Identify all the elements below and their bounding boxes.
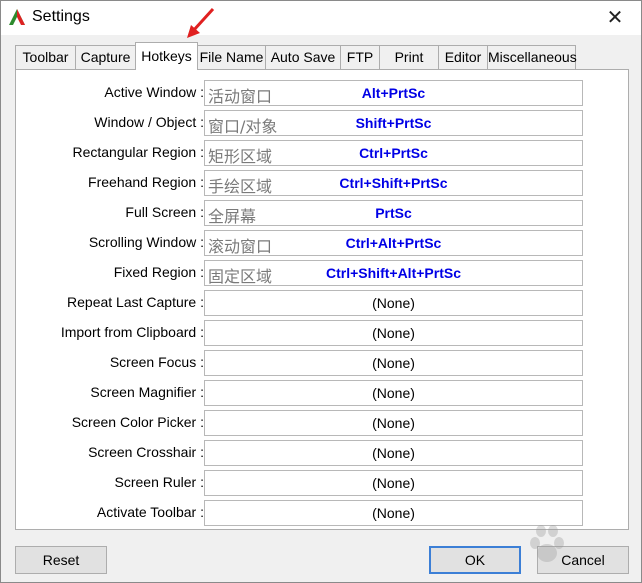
hotkey-label: Fixed Region : [113,264,204,280]
hotkey-row: Screen Color Picker : (None) [16,410,628,436]
hotkey-value: (None) [372,445,415,461]
hotkeys-panel: Active Window : 活动窗口 Alt+PrtSc Window / … [15,69,629,530]
hotkey-row: Full Screen : 全屏幕 PrtSc [16,200,628,226]
hotkey-field-screen-color-picker[interactable]: (None) [204,410,583,436]
tab-capture[interactable]: Capture [75,45,136,69]
app-icon [9,9,25,25]
hotkey-field-full-screen[interactable]: 全屏幕 PrtSc [204,200,583,226]
hotkey-label: Repeat Last Capture : [67,294,204,310]
hotkey-label: Screen Crosshair : [88,444,204,460]
hotkey-field-scrolling-window[interactable]: 滚动窗口 Ctrl+Alt+PrtSc [204,230,583,256]
hotkey-row: Active Window : 活动窗口 Alt+PrtSc [16,80,628,106]
window-title: Settings [32,8,90,25]
hotkey-value: (None) [372,415,415,431]
tab-ftp[interactable]: FTP [340,45,380,69]
hotkey-field-screen-focus[interactable]: (None) [204,350,583,376]
hotkey-label: Import from Clipboard : [60,324,204,340]
hotkey-value: (None) [372,505,415,521]
tab-file-name[interactable]: File Name [197,45,266,69]
hotkey-row: Import from Clipboard : (None) [16,320,628,346]
hotkey-label: Screen Color Picker : [71,414,204,430]
ok-button[interactable]: OK [429,546,521,574]
hotkey-value: PrtSc [375,205,412,221]
hotkey-value: Ctrl+PrtSc [359,145,428,161]
hotkey-value: (None) [372,355,415,371]
hotkey-value: (None) [372,325,415,341]
hotkey-label: Active Window : [104,84,204,100]
hotkey-row: Screen Focus : (None) [16,350,628,376]
close-icon[interactable]: ✕ [603,5,627,29]
hotkey-field-active-window[interactable]: 活动窗口 Alt+PrtSc [204,80,583,106]
hotkey-label: Screen Magnifier : [90,384,204,400]
hotkey-field-rectangular-region[interactable]: 矩形区域 Ctrl+PrtSc [204,140,583,166]
hotkey-value: Ctrl+Alt+PrtSc [345,235,442,251]
hotkey-row: Screen Magnifier : (None) [16,380,628,406]
hotkey-field-fixed-region[interactable]: 固定区域 Ctrl+Shift+Alt+PrtSc [204,260,583,286]
hotkey-field-import-from-clipboard[interactable]: (None) [204,320,583,346]
annotation-arrow-icon [187,7,215,38]
tab-toolbar[interactable]: Toolbar [15,45,76,69]
tab-editor[interactable]: Editor [438,45,488,69]
hotkey-row: Window / Object : 窗口/对象 Shift+PrtSc [16,110,628,136]
hotkey-row: Fixed Region : 固定区域 Ctrl+Shift+Alt+PrtSc [16,260,628,286]
hotkey-field-activate-toolbar[interactable]: (None) [204,500,583,526]
hotkey-field-window-object[interactable]: 窗口/对象 Shift+PrtSc [204,110,583,136]
tab-print[interactable]: Print [379,45,439,69]
hotkey-row: Repeat Last Capture : (None) [16,290,628,316]
hotkey-value: Shift+PrtSc [355,115,432,131]
hotkey-label: Screen Ruler : [114,474,204,490]
reset-button[interactable]: Reset [15,546,107,574]
hotkey-field-screen-magnifier[interactable]: (None) [204,380,583,406]
hotkey-row: Rectangular Region : 矩形区域 Ctrl+PrtSc [16,140,628,166]
hotkey-label: Window / Object : [94,114,204,130]
hotkey-value: Ctrl+Shift+Alt+PrtSc [326,265,461,281]
hotkey-row: Screen Ruler : (None) [16,470,628,496]
tab-miscellaneous[interactable]: Miscellaneous [487,45,577,69]
hotkey-value: Ctrl+Shift+PrtSc [339,175,448,191]
hotkey-value: Alt+PrtSc [361,85,426,101]
hotkey-value: (None) [372,385,415,401]
hotkey-label: Full Screen : [125,204,204,220]
hotkey-value: (None) [372,475,415,491]
hotkey-row: Scrolling Window : 滚动窗口 Ctrl+Alt+PrtSc [16,230,628,256]
hotkey-field-screen-crosshair[interactable]: (None) [204,440,583,466]
tab-hotkeys[interactable]: Hotkeys [135,42,198,70]
cancel-button[interactable]: Cancel [537,546,629,574]
hotkey-label: Rectangular Region : [72,144,204,160]
hotkey-label: Activate Toolbar : [96,504,204,520]
hotkey-field-screen-ruler[interactable]: (None) [204,470,583,496]
hotkey-field-repeat-last-capture[interactable]: (None) [204,290,583,316]
hotkey-field-freehand-region[interactable]: 手绘区域 Ctrl+Shift+PrtSc [204,170,583,196]
hotkey-label: Screen Focus : [109,354,204,370]
hotkey-value: (None) [372,295,415,311]
hotkey-row: Screen Crosshair : (None) [16,440,628,466]
hotkey-row: Activate Toolbar : (None) [16,500,628,526]
hotkey-label: Scrolling Window : [88,234,204,250]
settings-window: Settings ✕ Toolbar Capture Hotkeys File … [0,0,642,583]
hotkey-row: Freehand Region : 手绘区域 Ctrl+Shift+PrtSc [16,170,628,196]
tab-auto-save[interactable]: Auto Save [265,45,341,69]
hotkey-label: Freehand Region : [88,174,204,190]
title-bar: Settings ✕ [1,1,641,35]
